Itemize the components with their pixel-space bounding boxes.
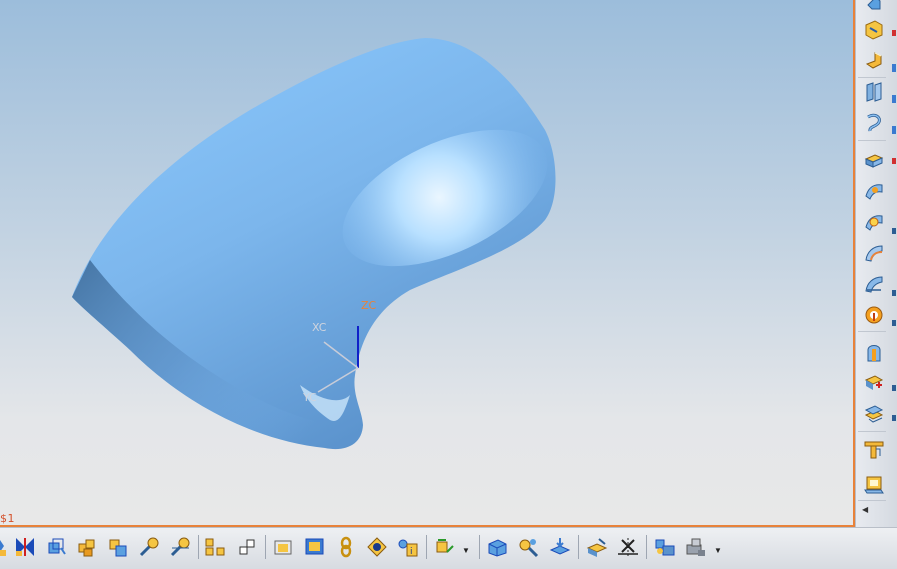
dropdown-edge-icon xyxy=(888,22,897,48)
dropdown-edge-icon xyxy=(888,150,897,176)
chevron-down-icon[interactable]: ▼ xyxy=(714,546,722,555)
open-drawing-icon[interactable] xyxy=(584,534,610,560)
blend-face-icon[interactable] xyxy=(861,209,887,235)
dropdown-edge-icon xyxy=(888,118,897,144)
right-toolbar: ◀ xyxy=(855,0,897,527)
dropdown-edge-icon xyxy=(888,56,897,82)
dropdown-edge-icon xyxy=(888,87,897,113)
bottom-toolbar: i ▼ ▼ xyxy=(0,527,897,569)
link-icon[interactable] xyxy=(333,534,359,560)
dropdown-edge-icon xyxy=(888,377,897,403)
trim-surface-icon[interactable] xyxy=(861,240,887,266)
dropdown-edge-icon xyxy=(888,312,897,338)
constraint-icon[interactable] xyxy=(167,534,193,560)
face-info-icon[interactable] xyxy=(861,302,887,328)
measure-icon[interactable] xyxy=(136,534,162,560)
section-icon[interactable] xyxy=(861,110,887,136)
extrude-icon[interactable] xyxy=(861,48,887,74)
info-icon[interactable]: i xyxy=(395,534,421,560)
model-canvas[interactable] xyxy=(0,0,853,525)
view-section-icon[interactable] xyxy=(271,534,297,560)
part-navigator-icon[interactable] xyxy=(485,534,511,560)
render-frame-icon[interactable] xyxy=(302,534,328,560)
zc-axis-label: ZC xyxy=(361,299,377,312)
styled-sweep-icon[interactable] xyxy=(861,271,887,297)
explode-icon[interactable] xyxy=(234,534,260,560)
navigate-icon[interactable] xyxy=(861,0,887,16)
mirror-body-icon[interactable] xyxy=(12,534,38,560)
graphics-viewport[interactable]: ZC XC YC xyxy=(0,0,853,525)
surface-model[interactable] xyxy=(72,38,556,450)
scroll-left-arrow[interactable]: ◀ xyxy=(862,505,870,514)
yc-axis-label: YC xyxy=(303,391,317,404)
surface-curve-icon[interactable] xyxy=(861,178,887,204)
sweep-icon[interactable] xyxy=(861,79,887,105)
block-layout-icon[interactable] xyxy=(203,534,229,560)
dropdown-edge-icon xyxy=(888,282,897,308)
drop-part-icon[interactable] xyxy=(547,534,573,560)
close-part-icon[interactable] xyxy=(615,534,641,560)
settings-tool-icon[interactable] xyxy=(516,534,542,560)
shell-icon[interactable] xyxy=(861,339,887,365)
chevron-down-icon[interactable]: ▼ xyxy=(462,546,470,555)
svg-text:i: i xyxy=(410,547,413,557)
wave-geometry-icon[interactable] xyxy=(364,534,390,560)
xc-axis-label: XC xyxy=(312,321,327,334)
status-label: $1 xyxy=(0,512,15,525)
dropdown-edge-icon xyxy=(888,220,897,246)
drawing-sheet-icon[interactable] xyxy=(861,472,887,498)
replace-face-icon[interactable] xyxy=(861,401,887,427)
dropdown-edge-icon xyxy=(888,407,897,433)
offset-face-icon[interactable] xyxy=(861,147,887,173)
feature-edit-icon[interactable] xyxy=(861,17,887,43)
analysis-dropdown-icon[interactable] xyxy=(432,534,458,560)
cam-setup-icon[interactable] xyxy=(652,534,678,560)
thicken-icon[interactable] xyxy=(861,437,887,463)
print-output-icon[interactable] xyxy=(683,534,709,560)
add-face-icon[interactable] xyxy=(861,370,887,396)
component-add-icon[interactable] xyxy=(105,534,131,560)
assembly-icon[interactable] xyxy=(74,534,100,560)
copy-body-icon[interactable] xyxy=(43,534,69,560)
